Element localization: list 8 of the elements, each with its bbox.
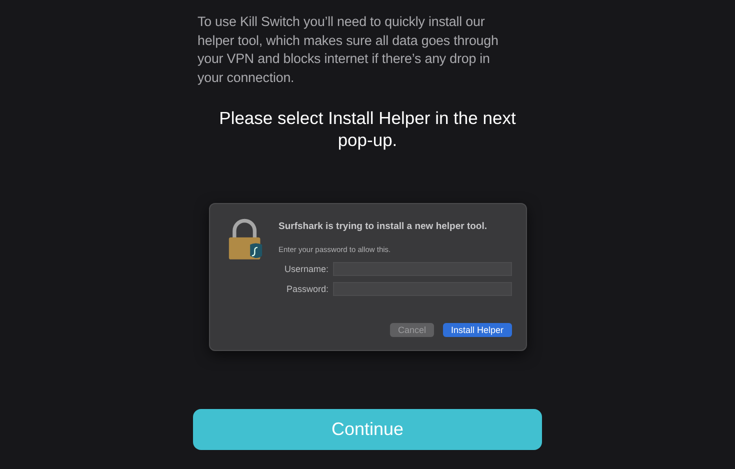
field-label: Password: (285, 284, 328, 294)
description-text: To use Kill Switch you’ll need to quickly install our helper tool, which makes sure all data goes through your VPN and blocks internet if there’s any drop in your connection. (198, 13, 500, 87)
cancel-button[interactable]: Cancel (390, 323, 434, 337)
dialog-title: Surfshark is trying to install a new helper tool. (278, 221, 488, 232)
continue-button[interactable]: Continue (193, 409, 542, 450)
install-button[interactable]: Install Helper (442, 323, 512, 337)
field-label: Username: (283, 264, 328, 274)
instruction-text: Please select Install Helper in the next pop-up. (218, 107, 517, 151)
